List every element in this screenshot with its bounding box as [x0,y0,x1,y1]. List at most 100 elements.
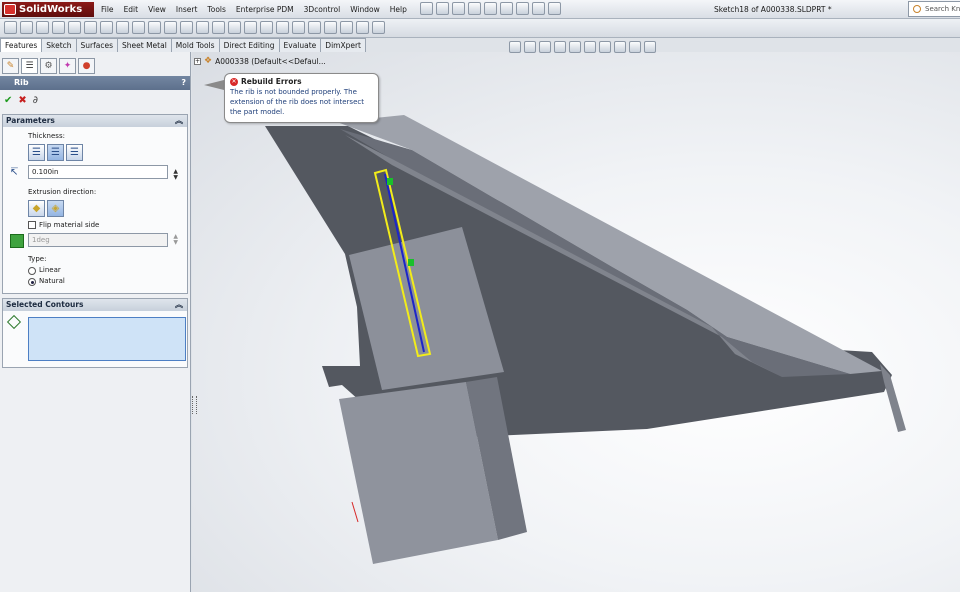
tab-sheet-metal[interactable]: Sheet Metal [117,38,172,52]
menu-edit[interactable]: Edit [119,0,144,19]
apply-scene-icon[interactable] [629,41,641,53]
slot-icon[interactable] [68,21,81,34]
menu-tools[interactable]: Tools [202,0,230,19]
search-icon [913,5,921,13]
extend-icon[interactable] [244,21,257,34]
mirror-icon[interactable] [276,21,289,34]
view-orientation-icon[interactable] [569,41,581,53]
help-button[interactable]: ? [181,76,186,90]
menu-enterprise-pdm[interactable]: Enterprise PDM [231,0,299,19]
fillet-icon[interactable] [164,21,177,34]
move-icon[interactable] [308,21,321,34]
expand-icon[interactable]: + [194,57,201,65]
feature-manager-icon[interactable]: ✎ [2,58,19,74]
extrusion-direction-buttons: ◆ ◈ [28,200,184,217]
both-sides-button[interactable]: ☰ [47,144,64,161]
menu-bar: File Edit View Insert Tools Enterprise P… [96,0,412,19]
tab-surfaces[interactable]: Surfaces [75,38,119,52]
repair-sketch-icon[interactable] [340,21,353,34]
end-wall-face [880,364,906,432]
trim-icon[interactable] [228,21,241,34]
relations-icon[interactable] [324,21,337,34]
print-icon[interactable] [468,2,481,15]
menu-view[interactable]: View [143,0,171,19]
type-linear-radio[interactable]: Linear [28,265,184,276]
rapid-sketch-icon[interactable] [372,21,385,34]
search-input[interactable]: Search Kn [908,1,960,17]
graphics-area[interactable] [192,52,960,592]
circle-icon[interactable] [84,21,97,34]
line-icon[interactable] [36,21,49,34]
polygon-icon[interactable] [116,21,129,34]
section-view-icon[interactable] [554,41,566,53]
normal-to-sketch-button[interactable]: ◈ [47,200,64,217]
ok-button[interactable]: ✔ [4,95,12,106]
detailed-preview-icon[interactable]: ∂ [33,95,38,106]
rebuild-icon[interactable] [516,2,529,15]
zoom-to-fit-icon[interactable] [509,41,521,53]
first-side-button[interactable]: ☰ [28,144,45,161]
action-buttons: ✔ ✖ ∂ [0,90,190,110]
draft-angle-input[interactable]: 1deg [28,233,168,247]
cancel-button[interactable]: ✖ [18,95,26,106]
point-icon[interactable] [212,21,225,34]
undo-icon[interactable] [484,2,497,15]
options-icon[interactable] [548,2,561,15]
flip-material-side-checkbox[interactable]: Flip material side [28,221,184,229]
configuration-manager-icon[interactable]: ⚙ [40,58,57,74]
text-icon[interactable] [196,21,209,34]
tab-sketch[interactable]: Sketch [41,38,77,52]
tab-dimxpert[interactable]: DimXpert [320,38,366,52]
parallel-to-sketch-button[interactable]: ◆ [28,200,45,217]
menu-help[interactable]: Help [385,0,412,19]
type-natural-radio[interactable]: Natural [28,276,184,287]
ellipse-icon[interactable] [148,21,161,34]
previous-view-icon[interactable] [539,41,551,53]
quick-snaps-icon[interactable] [356,21,369,34]
rectangle-icon[interactable] [52,21,65,34]
dimxpert-manager-icon[interactable]: ✦ [59,58,76,74]
sketch-tool-icon[interactable] [4,21,17,34]
arc-icon[interactable] [100,21,113,34]
draft-on-off-icon[interactable] [10,234,24,248]
thickness-label: Thickness: [28,132,65,140]
draft-spinner[interactable]: ▲ ▼ [173,234,178,246]
open-document-icon[interactable] [436,2,449,15]
edit-appearance-icon[interactable] [614,41,626,53]
save-icon[interactable] [452,2,465,15]
tab-evaluate[interactable]: Evaluate [278,38,322,52]
panel-splitter-handle[interactable] [192,396,197,414]
smart-dimension-icon[interactable] [20,21,33,34]
collapse-icon[interactable]: ︽ [175,299,183,311]
display-manager-icon[interactable]: ● [78,58,95,74]
menu-window[interactable]: Window [345,0,385,19]
menu-file[interactable]: File [96,0,119,19]
hide-show-items-icon[interactable] [599,41,611,53]
tab-features[interactable]: Features [0,38,43,52]
second-side-button[interactable]: ☰ [66,144,83,161]
selected-contours-list[interactable] [28,317,186,361]
display-style-icon[interactable] [584,41,596,53]
tab-mold-tools[interactable]: Mold Tools [170,38,220,52]
collapse-icon[interactable]: ︽ [175,115,183,127]
view-settings-icon[interactable] [644,41,656,53]
pattern-icon[interactable] [292,21,305,34]
solidworks-logo[interactable]: SolidWorks [2,2,94,17]
type-label: Type: [28,255,47,263]
rib-handle-mid[interactable] [408,259,414,266]
rib-handle-top[interactable] [387,178,393,185]
menu-3dcontrol[interactable]: 3Dcontrol [299,0,346,19]
zoom-area-icon[interactable] [524,41,536,53]
thickness-input[interactable]: 0.100in [28,165,168,179]
property-manager-icon[interactable]: ☰ [21,58,38,74]
tab-direct-editing[interactable]: Direct Editing [218,38,280,52]
thickness-spinner[interactable]: ▲ ▼ [173,169,178,181]
select-icon[interactable] [500,2,513,15]
file-properties-icon[interactable] [532,2,545,15]
menu-insert[interactable]: Insert [171,0,203,19]
feature-tree-root[interactable]: + ❖ A000338 (Default<<Defaul... [194,56,326,66]
spline-icon[interactable] [132,21,145,34]
offset-icon[interactable] [260,21,273,34]
plane-icon[interactable] [180,21,193,34]
new-document-icon[interactable] [420,2,433,15]
